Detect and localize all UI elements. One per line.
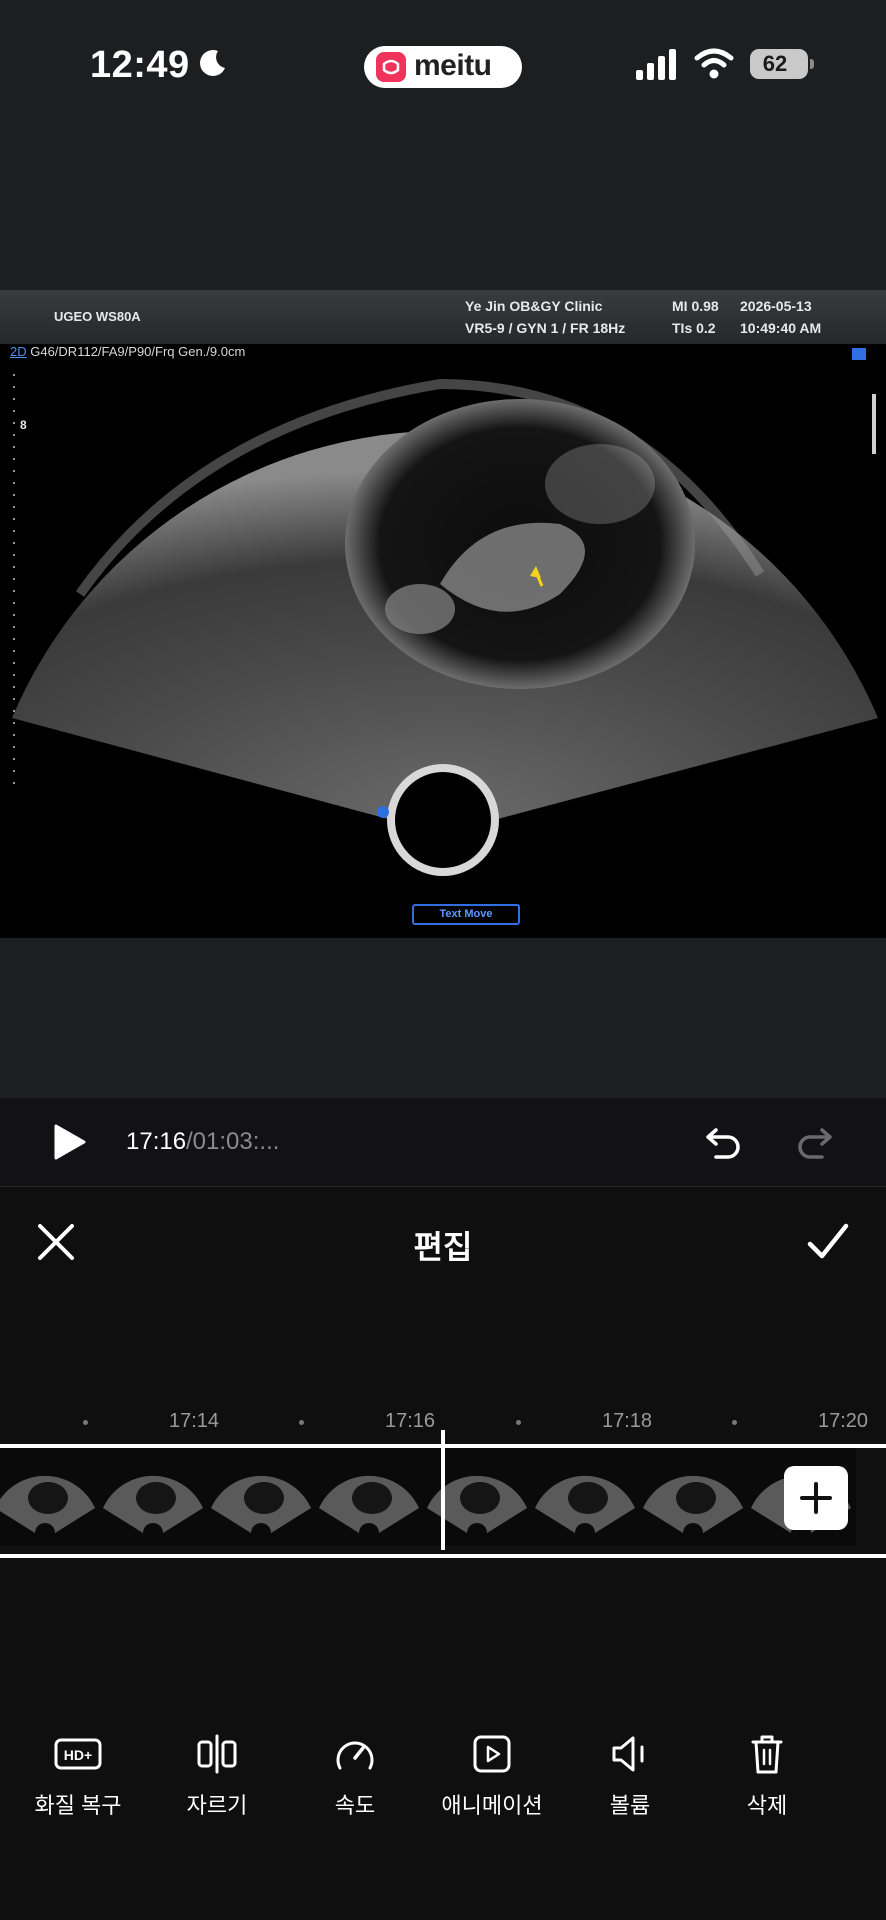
battery-cap bbox=[810, 59, 814, 69]
app-indicator[interactable]: meitu bbox=[364, 46, 522, 88]
tool-label: 자르기 bbox=[186, 1793, 248, 1818]
signal-icon bbox=[636, 49, 676, 80]
ultrasound-video-frame[interactable]: 2D G46/DR112/FA9/P90/Frq Gen./9.0cm 8 Te… bbox=[0, 344, 886, 938]
frame-thumbnail bbox=[0, 1448, 100, 1546]
ultrasound-scan bbox=[12, 348, 878, 876]
device-name: UGEO WS80A bbox=[54, 309, 141, 324]
app-name: meitu bbox=[414, 49, 492, 82]
frame-thumbnail bbox=[638, 1448, 748, 1546]
speed-gauge-icon bbox=[336, 1741, 374, 1770]
frame-thumbnail bbox=[422, 1448, 532, 1546]
plus-icon bbox=[800, 1482, 832, 1514]
mi-value: MI 0.98 bbox=[672, 298, 719, 314]
redo-icon[interactable] bbox=[794, 1122, 834, 1162]
moon-icon bbox=[200, 50, 225, 76]
current-time: 17:16 bbox=[126, 1128, 187, 1155]
add-clip-button[interactable] bbox=[784, 1466, 848, 1530]
probe-info: VR5-9 / GYN 1 / FR 18Hz bbox=[465, 320, 626, 336]
svg-text:HD+: HD+ bbox=[64, 1747, 92, 1763]
ruler-tick bbox=[732, 1420, 737, 1425]
tool-label: 볼륨 bbox=[609, 1793, 651, 1818]
edit-title: 편집 bbox=[413, 1229, 473, 1265]
confirm-check-icon[interactable] bbox=[806, 1220, 850, 1264]
tool-delete[interactable]: 삭제 bbox=[697, 1732, 837, 1820]
ruler-tick bbox=[516, 1420, 521, 1425]
frame-thumbnail bbox=[530, 1448, 640, 1546]
frame-thumbnail bbox=[98, 1448, 208, 1546]
playhead[interactable] bbox=[441, 1430, 445, 1550]
animation-play-icon bbox=[473, 1735, 511, 1773]
tis-value: TIs 0.2 bbox=[672, 320, 716, 336]
battery-icon: 62 bbox=[750, 49, 808, 79]
ruler-label: 17:20 bbox=[818, 1410, 869, 1432]
tool-animation[interactable]: 애니메이션 bbox=[422, 1732, 562, 1820]
tool-hd-restore[interactable]: HD+ 화질 복구 bbox=[8, 1732, 148, 1820]
scan-date: 2026-05-13 bbox=[740, 298, 812, 314]
scan-time: 10:49:40 AM bbox=[740, 320, 822, 336]
undo-icon[interactable] bbox=[704, 1122, 744, 1162]
tool-label: 삭제 bbox=[746, 1793, 788, 1818]
preview-padding bbox=[0, 938, 886, 1098]
playback-bar: 17:16 /01:03:... bbox=[0, 1098, 886, 1187]
wifi-icon bbox=[694, 48, 734, 79]
total-time: /01:03:... bbox=[186, 1128, 280, 1155]
tool-label: 화질 복구 bbox=[34, 1793, 122, 1818]
tool-split[interactable]: 자르기 bbox=[147, 1732, 287, 1820]
status-bar-area: 12:49 meitu 62 bbox=[0, 0, 886, 290]
battery-level: 62 bbox=[762, 51, 788, 76]
ruler-tick bbox=[299, 1420, 304, 1425]
split-icon bbox=[197, 1734, 237, 1774]
ruler-label: 17:16 bbox=[385, 1410, 436, 1432]
status-time: 12:49 bbox=[90, 44, 190, 86]
tool-label: 속도 bbox=[334, 1793, 376, 1818]
play-icon[interactable] bbox=[50, 1122, 90, 1162]
meitu-logo-icon bbox=[376, 52, 406, 82]
ultrasound-header: UGEO WS80A Ye Jin OB&GY Clinic VR5-9 / G… bbox=[0, 290, 886, 344]
ruler-tick bbox=[83, 1420, 88, 1425]
ruler-label: 17:14 bbox=[169, 1410, 220, 1432]
frame-thumbnail bbox=[314, 1448, 424, 1546]
depth-mark: 8 bbox=[20, 418, 27, 432]
ruler-label: 17:18 bbox=[602, 1410, 653, 1432]
frame-thumbnail bbox=[206, 1448, 316, 1546]
hd-plus-icon: HD+ bbox=[54, 1738, 102, 1770]
text-move-label: Text Move bbox=[412, 904, 520, 925]
trash-icon bbox=[751, 1735, 783, 1774]
clinic-name: Ye Jin OB&GY Clinic bbox=[465, 298, 603, 314]
tool-label: 애니메이션 bbox=[441, 1793, 543, 1818]
volume-icon bbox=[612, 1736, 644, 1772]
tool-volume[interactable]: 볼륨 bbox=[560, 1732, 700, 1820]
tool-speed[interactable]: 속도 bbox=[285, 1732, 425, 1820]
